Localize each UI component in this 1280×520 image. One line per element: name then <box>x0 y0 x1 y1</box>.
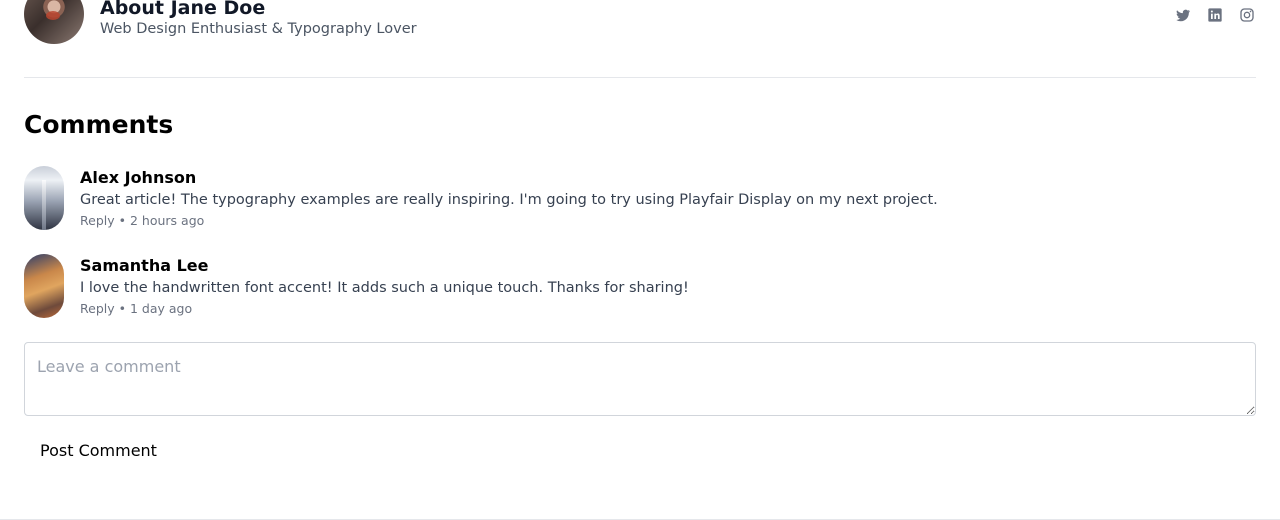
comment-timestamp: 1 day ago <box>130 301 193 316</box>
section-divider <box>24 77 1256 78</box>
commenter-name: Samantha Lee <box>80 256 209 275</box>
author-avatar <box>24 0 84 44</box>
commenter-name: Alex Johnson <box>80 168 197 187</box>
comment-item: Samantha Lee I love the handwritten font… <box>24 254 1256 320</box>
social-links <box>1174 6 1256 24</box>
comment-meta: Reply • 1 day ago <box>80 301 192 317</box>
commenter-avatar <box>24 254 64 318</box>
comment-timestamp: 2 hours ago <box>130 213 205 228</box>
twitter-icon <box>1176 9 1190 22</box>
author-bio: About Jane Doe Web Design Enthusiast & T… <box>24 0 1256 46</box>
post-comment-button[interactable]: Post Comment <box>24 436 173 466</box>
comment-input[interactable] <box>24 342 1256 416</box>
comment-item: Alex Johnson Great article! The typograp… <box>24 166 1256 232</box>
comment-meta: Reply • 2 hours ago <box>80 213 204 229</box>
meta-separator: • <box>118 213 126 228</box>
commenter-avatar <box>24 166 64 230</box>
comment-text: Great article! The typography examples a… <box>80 192 938 208</box>
twitter-link[interactable] <box>1174 6 1192 24</box>
reply-link[interactable]: Reply <box>80 213 115 228</box>
reply-link[interactable]: Reply <box>80 301 115 316</box>
meta-separator: • <box>118 301 126 316</box>
blog-post-page: About Jane Doe Web Design Enthusiast & T… <box>0 0 1280 520</box>
instagram-link[interactable] <box>1238 6 1256 24</box>
comment-text: I love the handwritten font accent! It a… <box>80 280 689 296</box>
author-heading: About Jane Doe <box>100 0 266 19</box>
comments-heading: Comments <box>24 110 174 139</box>
instagram-icon <box>1240 8 1254 22</box>
author-tagline: Web Design Enthusiast & Typography Lover <box>100 21 417 37</box>
linkedin-link[interactable] <box>1206 6 1224 24</box>
linkedin-icon <box>1208 8 1222 22</box>
